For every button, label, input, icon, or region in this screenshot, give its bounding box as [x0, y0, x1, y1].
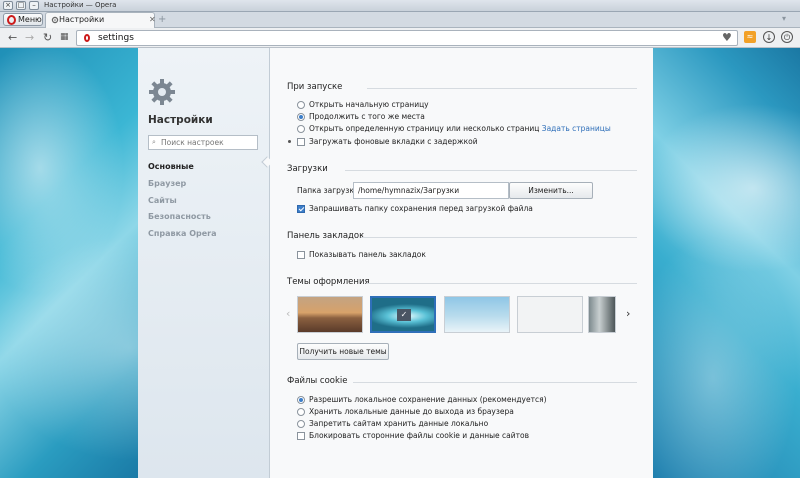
speed-dial-icon[interactable]: ▦: [60, 32, 69, 42]
address-bar[interactable]: settings ♥: [76, 30, 738, 46]
section-title-bookmarks: Панель закладок: [287, 231, 365, 241]
section-divider: [345, 170, 637, 171]
theme-thumbnail-selected[interactable]: ✓: [370, 296, 436, 333]
startup-delay-label: Загружать фоновые вкладки с задержкой: [309, 137, 478, 146]
radio-button-selected[interactable]: [297, 396, 305, 404]
sidebar-item-browser[interactable]: Браузер: [148, 179, 186, 188]
show-bookmarks-label: Показывать панель закладок: [309, 250, 426, 259]
window-title: Настройки — Opera: [44, 1, 117, 9]
change-folder-button[interactable]: Изменить...: [509, 182, 593, 199]
chevron-right-icon[interactable]: ›: [626, 307, 630, 320]
cookie-option-label: Запретить сайтам хранить данные локально: [309, 419, 489, 428]
window-titlebar: × □ – Настройки — Opera: [0, 0, 800, 12]
checkbox[interactable]: [297, 432, 305, 440]
startup-option-label: Открыть определенную страницу или нескол…: [309, 124, 611, 133]
new-tab-button[interactable]: +: [158, 14, 166, 25]
section-divider: [367, 88, 637, 89]
opera-page-icon: [84, 34, 90, 42]
section-divider: [367, 283, 637, 284]
sidebar-title: Настройки: [148, 114, 213, 126]
tab-menu-icon[interactable]: ▾: [782, 14, 786, 23]
rss-icon[interactable]: ≈: [744, 31, 756, 43]
download-folder-label: Папка загрузки:: [297, 186, 362, 195]
radio-button[interactable]: [297, 420, 305, 428]
startup-option-label: Продолжить с того же места: [309, 112, 425, 121]
checkbox[interactable]: [297, 138, 305, 146]
address-toolbar: ← → ↻ ▦ settings ♥ ≈ ↓ ⏻: [0, 28, 800, 48]
bullet-dot: [288, 140, 291, 143]
sidebar-item-basic[interactable]: Основные: [148, 162, 194, 171]
heart-icon[interactable]: ♥: [722, 31, 732, 44]
cookie-option-label: Разрешить локальное сохранение данных (р…: [309, 395, 547, 404]
settings-gear-icon: [149, 79, 175, 105]
checkbox-checked[interactable]: [297, 205, 305, 213]
section-divider: [353, 382, 637, 383]
download-folder-field[interactable]: [353, 182, 509, 199]
download-icon[interactable]: ↓: [763, 31, 775, 43]
section-title-startup: При запуске: [287, 82, 343, 92]
window-minimize-button[interactable]: –: [29, 1, 39, 10]
radio-button[interactable]: [297, 125, 305, 133]
theme-thumbnail[interactable]: [517, 296, 583, 333]
checkmark-icon: ✓: [397, 309, 411, 321]
opera-menu-button[interactable]: Меню: [3, 13, 43, 26]
menu-label: Меню: [18, 15, 42, 24]
sidebar-item-help[interactable]: Справка Opera: [148, 229, 217, 238]
block-third-party-cookies-label: Блокировать сторонние файлы cookie и дан…: [309, 431, 530, 440]
search-icon: ⌕: [152, 138, 156, 146]
radio-button-selected[interactable]: [297, 113, 305, 121]
power-icon[interactable]: ⏻: [781, 31, 793, 43]
theme-thumbnail[interactable]: [444, 296, 510, 333]
radio-button[interactable]: [297, 408, 305, 416]
settings-search-box[interactable]: ⌕: [148, 135, 258, 150]
close-tab-icon[interactable]: ✕: [149, 15, 156, 24]
section-divider: [361, 237, 637, 238]
sidebar-item-websites[interactable]: Сайты: [148, 196, 177, 205]
back-icon[interactable]: ←: [8, 31, 17, 44]
background-wallpaper-left: [0, 48, 138, 478]
opera-logo-icon: [7, 15, 16, 25]
tab-bar: Меню Настройки ✕ + ▾: [0, 12, 800, 28]
ask-download-folder-label: Запрашивать папку сохранения перед загру…: [309, 204, 533, 213]
theme-thumbnail[interactable]: [297, 296, 363, 333]
radio-button[interactable]: [297, 101, 305, 109]
tab-label: Настройки: [59, 15, 105, 24]
section-title-downloads: Загрузки: [287, 164, 328, 174]
get-new-themes-button[interactable]: Получить новые темы: [297, 343, 389, 360]
window-maximize-button[interactable]: □: [16, 1, 26, 10]
gear-icon: [51, 16, 59, 24]
theme-thumbnail[interactable]: [588, 296, 616, 333]
section-title-cookies: Файлы cookie: [287, 376, 348, 386]
settings-search-input[interactable]: [161, 137, 256, 148]
tab-settings[interactable]: Настройки ✕: [45, 12, 156, 28]
set-pages-link[interactable]: Задать страницы: [542, 124, 611, 133]
settings-sidebar: Настройки ⌕ Основные Браузер Сайты Безоп…: [138, 48, 273, 478]
settings-content: При запуске Открыть начальную страницу П…: [270, 48, 653, 478]
cookie-option-label: Хранить локальные данные до выхода из бр…: [309, 407, 514, 416]
chevron-left-icon[interactable]: ‹: [286, 307, 290, 320]
background-wallpaper-right: [653, 48, 800, 478]
forward-icon[interactable]: →: [25, 31, 34, 44]
startup-option-text: Открыть определенную страницу или нескол…: [309, 124, 540, 133]
checkbox[interactable]: [297, 251, 305, 259]
window-close-button[interactable]: ×: [3, 1, 13, 10]
section-title-themes: Темы оформления: [287, 277, 370, 287]
startup-option-label: Открыть начальную страницу: [309, 100, 429, 109]
url-text: settings: [98, 33, 134, 43]
reload-icon[interactable]: ↻: [43, 31, 52, 44]
sidebar-item-security[interactable]: Безопасность: [148, 212, 211, 221]
